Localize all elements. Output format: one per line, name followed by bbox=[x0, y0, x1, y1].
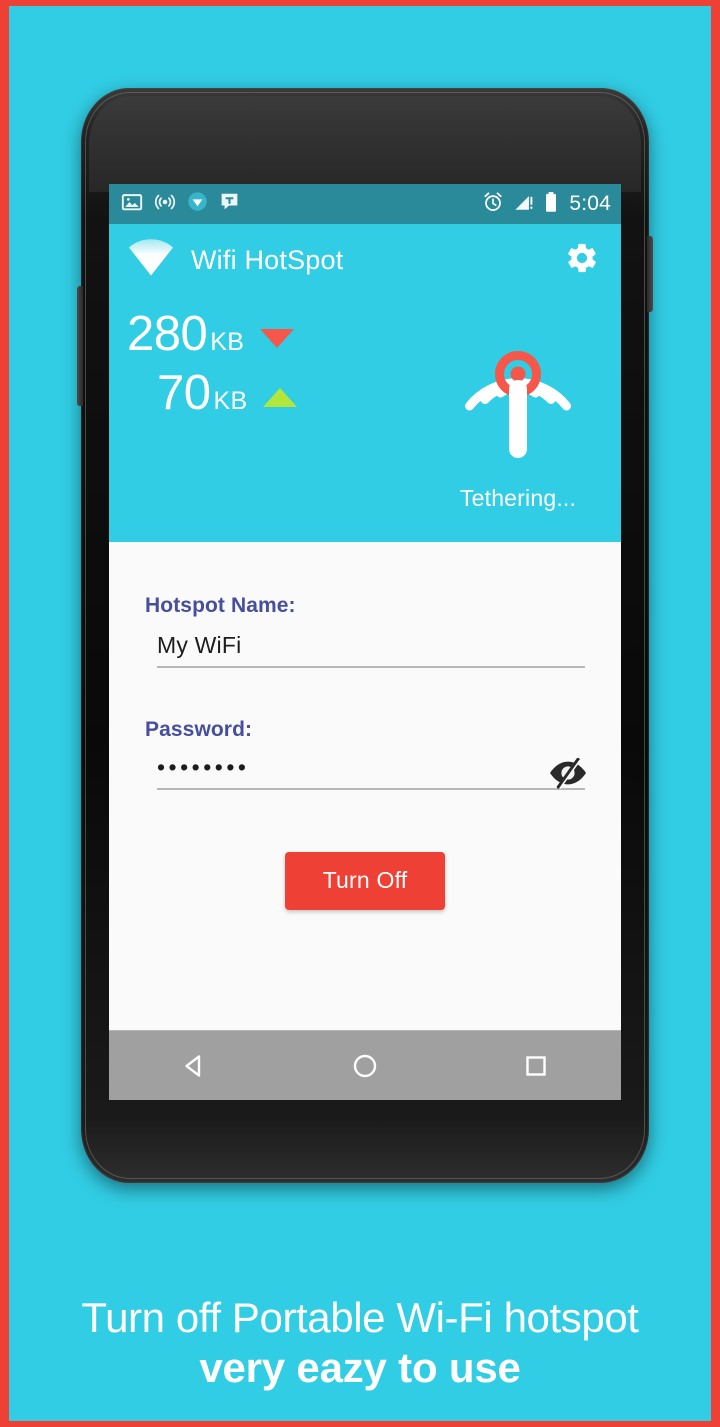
gear-icon[interactable] bbox=[565, 241, 599, 280]
nav-back-button[interactable] bbox=[149, 1050, 239, 1082]
hotspot-name-input[interactable]: My WiFi bbox=[157, 632, 585, 668]
wifi-circle-icon bbox=[187, 191, 208, 217]
nav-home-button[interactable] bbox=[320, 1050, 410, 1082]
phone-screen: 5:04 Wifi HotSpot 280 KB 70 KB Tethering… bbox=[109, 184, 621, 1100]
phone-top-bezel bbox=[89, 96, 641, 192]
app-title: Wifi HotSpot bbox=[191, 244, 344, 275]
upload-stat-row: 70 KB bbox=[127, 366, 298, 420]
wifi-triangle-icon bbox=[127, 238, 175, 283]
upload-arrow-icon bbox=[263, 388, 298, 407]
password-value: •••••••• bbox=[157, 754, 250, 780]
hotspot-form: Hotspot Name: My WiFi Password: •••••••• bbox=[109, 542, 621, 960]
download-stat-row: 280 KB bbox=[127, 310, 297, 359]
signal-warning-icon bbox=[513, 191, 535, 218]
hotspot-name-value: My WiFi bbox=[157, 632, 242, 658]
download-value: 280 bbox=[127, 307, 208, 361]
password-field-group: Password: •••••••• bbox=[109, 718, 621, 790]
volume-rocker-button[interactable] bbox=[77, 286, 83, 406]
broadcast-antenna-icon bbox=[443, 351, 593, 482]
tethering-status-text: Tethering... bbox=[459, 485, 577, 511]
android-status-bar: 5:04 bbox=[109, 184, 621, 224]
alarm-icon bbox=[482, 191, 504, 218]
caption-line-1: Turn off Portable Wi-Fi hotspot bbox=[81, 1293, 639, 1341]
hotspot-name-field-group: Hotspot Name: My WiFi bbox=[109, 594, 621, 668]
nav-recents-button[interactable] bbox=[491, 1050, 581, 1082]
hotspot-icon bbox=[154, 191, 176, 218]
caption-line-2: very eazy to use bbox=[199, 1343, 521, 1391]
download-unit: KB bbox=[210, 328, 245, 356]
turn-off-button[interactable]: Turn Off bbox=[284, 852, 446, 910]
password-input[interactable]: •••••••• bbox=[157, 754, 586, 790]
app-bar: Wifi HotSpot bbox=[109, 224, 621, 296]
status-bar-left-icons bbox=[121, 191, 240, 218]
android-navigation-bar bbox=[109, 1030, 621, 1100]
upload-unit: KB bbox=[213, 387, 248, 415]
chat-t-icon bbox=[219, 191, 240, 217]
phone-device-mockup: 5:04 Wifi HotSpot 280 KB 70 KB Tethering… bbox=[77, 88, 653, 1183]
status-bar-clock: 5:04 bbox=[569, 192, 611, 215]
password-label: Password: bbox=[145, 718, 253, 741]
data-usage-stats: 280 KB 70 KB bbox=[127, 310, 298, 428]
power-button[interactable] bbox=[647, 236, 653, 312]
hotspot-name-label: Hotspot Name: bbox=[145, 594, 296, 617]
download-arrow-icon bbox=[260, 329, 295, 348]
primary-action-area: Turn Off bbox=[109, 852, 621, 910]
image-icon bbox=[121, 191, 143, 218]
hotspot-hero-panel: 280 KB 70 KB Tethering... bbox=[109, 296, 621, 542]
battery-icon bbox=[544, 191, 558, 218]
promo-screenshot-frame: 5:04 Wifi HotSpot 280 KB 70 KB Tethering… bbox=[0, 0, 720, 1427]
broadcast-status-block: Tethering... bbox=[443, 302, 593, 512]
status-bar-right-icons: 5:04 bbox=[482, 191, 611, 218]
upload-value: 70 bbox=[157, 366, 211, 420]
eye-slash-icon[interactable] bbox=[547, 757, 589, 794]
promo-caption: Turn off Portable Wi-Fi hotspot very eaz… bbox=[9, 1294, 711, 1393]
